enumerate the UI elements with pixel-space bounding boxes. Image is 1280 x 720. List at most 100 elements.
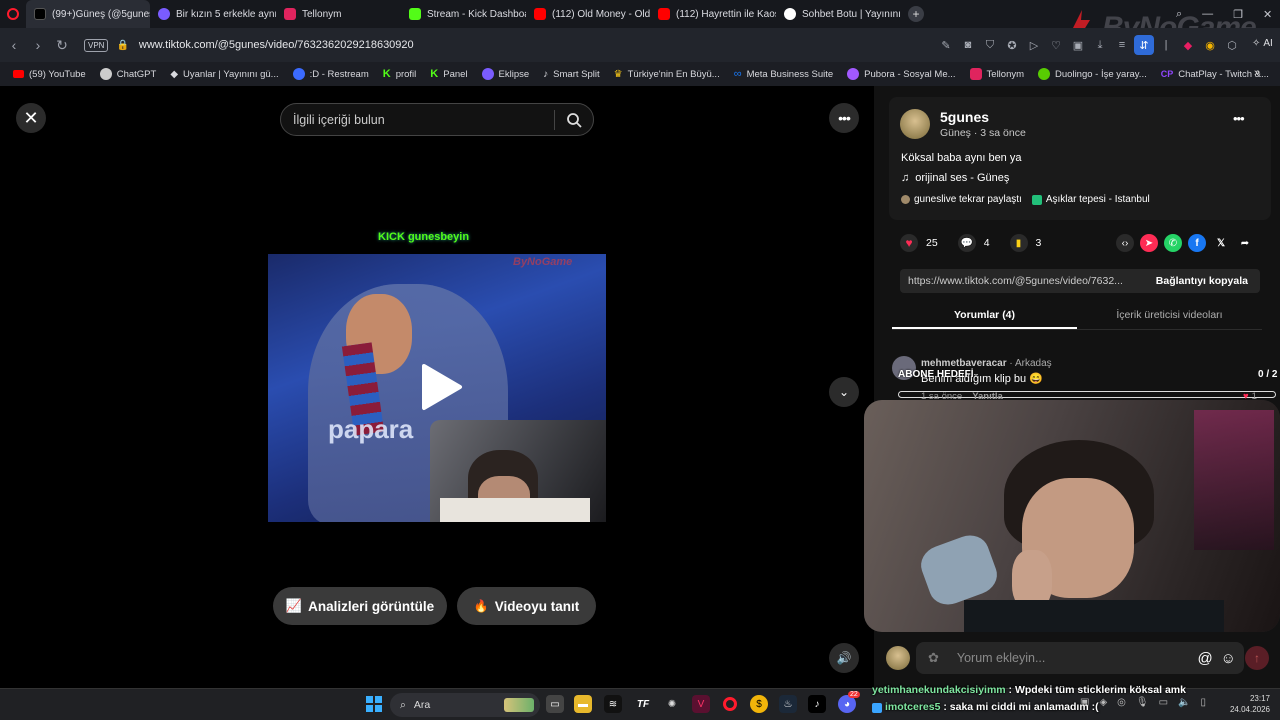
bookmark-uyanlar[interactable]: ◆ Uyanlar | Yayınını gü... xyxy=(163,69,285,80)
more-bookmarks-icon[interactable]: » xyxy=(1254,67,1260,79)
bookmark-duolingo[interactable]: Duolingo - İşe yaray... xyxy=(1031,68,1154,80)
x-icon[interactable]: 𝕏 xyxy=(1212,234,1230,252)
tab-2[interactable]: Bir kızın 5 erkekle aynı anda xyxy=(150,0,276,28)
back-icon[interactable]: ‹ xyxy=(2,33,26,57)
opera-logo-icon[interactable] xyxy=(0,0,26,28)
menu-icon[interactable]: ≡ xyxy=(1112,35,1132,55)
view-analytics-button[interactable]: 📈 Analizleri görüntüle xyxy=(273,587,447,625)
volume-button[interactable]: 🔊 xyxy=(829,643,859,673)
new-tab-button[interactable]: + xyxy=(908,6,924,22)
tab-creator-videos[interactable]: İçerik üreticisi videoları xyxy=(1077,304,1262,329)
tab-6[interactable]: (112) Hayrettin ile Kaos Sh xyxy=(650,0,776,28)
mention-icon[interactable]: @ xyxy=(1197,650,1212,667)
tab-tiktok[interactable]: (99+)Güneş (@5gunes) | T xyxy=(26,0,150,28)
post-comment-button[interactable]: ↑ xyxy=(1245,646,1269,670)
repost-avatar xyxy=(901,195,910,204)
shield-icon[interactable]: ⛉ xyxy=(980,35,1000,55)
tiktok-icon[interactable]: ♪ xyxy=(808,695,826,713)
repost-tag[interactable]: guneslive tekrar paylaştı xyxy=(901,194,1022,205)
like-button[interactable]: ♥ 25 xyxy=(900,234,938,252)
forward-icon[interactable]: › xyxy=(26,33,50,57)
camera-icon[interactable]: ◙ xyxy=(958,35,978,55)
close-video-button[interactable]: ✕ xyxy=(16,103,46,133)
bookmark-youtube[interactable]: (59) YouTube xyxy=(6,69,93,80)
windows-start-icon[interactable] xyxy=(365,695,383,713)
download-icon[interactable]: ⤓ xyxy=(1090,35,1110,55)
vpn-badge[interactable]: VPN xyxy=(84,38,109,52)
reload-icon[interactable]: ↻ xyxy=(50,33,74,57)
bookmark-eklipse[interactable]: Eklipse xyxy=(475,68,537,80)
restore-icon[interactable]: ❐ xyxy=(1233,8,1243,21)
lock-icon[interactable]: 🔒 xyxy=(116,40,128,51)
minimize-icon[interactable]: — xyxy=(1202,8,1213,20)
extension-chrome-icon[interactable]: ◉ xyxy=(1200,35,1220,55)
post-username[interactable]: 5gunes xyxy=(940,109,989,125)
search-tabs-icon[interactable]: ⌕ xyxy=(1176,8,1182,21)
taskbar-search[interactable]: ⌕ Ara xyxy=(390,693,540,717)
embed-icon[interactable]: ‹› xyxy=(1116,234,1134,252)
steam-icon[interactable]: ♨ xyxy=(779,695,797,713)
tab-5[interactable]: (112) Old Money - Old xyxy=(526,0,650,28)
ai-button[interactable]: ✧ AI xyxy=(1252,38,1273,49)
task-view-icon[interactable]: ▭ xyxy=(546,695,564,713)
url-field[interactable]: www.tiktok.com/@5gunes/video/76323620292… xyxy=(139,39,414,51)
video-player[interactable]: KICK gunesbeyin papara ByNoGame 📈 Analiz… xyxy=(268,86,606,688)
location-tag[interactable]: Aşıklar tepesi - Istanbul xyxy=(1031,194,1150,205)
chatgpt-icon[interactable]: ✺ xyxy=(663,695,681,713)
app-tf-icon[interactable]: TF xyxy=(634,695,652,713)
app-v-icon[interactable]: V xyxy=(692,695,710,713)
cube-icon[interactable]: ⬡ xyxy=(1222,35,1242,55)
next-video-button[interactable]: ⌄ xyxy=(829,377,859,407)
post-more-icon[interactable]: ••• xyxy=(1233,111,1245,126)
more-options-button[interactable]: ••• xyxy=(829,103,859,133)
add-comment-field[interactable]: ✿ Yorum ekleyin... @ ☺ xyxy=(916,642,1244,674)
copy-link-button[interactable]: Bağlantıyı kopyala xyxy=(1144,275,1260,287)
avatar[interactable] xyxy=(900,109,930,139)
bookmark-panel[interactable]: K Panel xyxy=(423,68,474,80)
bookmark-smart-split[interactable]: ♪ Smart Split xyxy=(536,69,606,80)
bookmark-meta[interactable]: ∞ Meta Business Suite xyxy=(727,68,840,80)
comment-button[interactable]: 💬 4 xyxy=(957,234,990,252)
emoji-icon[interactable]: ☺ xyxy=(1221,650,1236,667)
extension-blue-icon[interactable]: ⇵ xyxy=(1134,35,1154,55)
tab-comments[interactable]: Yorumlar (4) xyxy=(892,304,1077,329)
close-window-icon[interactable]: ✕ xyxy=(1263,8,1272,21)
facebook-icon[interactable]: f xyxy=(1188,234,1206,252)
save-button[interactable]: ▮ 3 xyxy=(1009,234,1041,252)
bookmark-tellonym[interactable]: Tellonym xyxy=(963,68,1032,80)
play-icon[interactable] xyxy=(418,362,464,417)
share-arrow-icon[interactable]: ➦ xyxy=(1236,234,1254,252)
tab-7[interactable]: Sohbet Botu | Yayınını güç xyxy=(776,0,902,28)
edit-icon[interactable]: ✎ xyxy=(936,35,956,55)
extension-pink-icon[interactable]: ◆ xyxy=(1178,35,1198,55)
gift-icon[interactable]: ✿ xyxy=(928,650,939,666)
app-icon[interactable]: ≋ xyxy=(604,695,622,713)
tab-4[interactable]: Stream - Kick Dashboard xyxy=(401,0,526,28)
bookmark-chatgpt[interactable]: ChatGPT xyxy=(93,68,164,80)
box-icon[interactable]: ▣ xyxy=(1068,35,1088,55)
heart-icon[interactable]: ♡ xyxy=(1046,35,1066,55)
chat-text: : Wpdeki tüm sticklerim köksal amk xyxy=(1005,684,1186,696)
chart-icon: 📈 xyxy=(285,598,303,613)
coin-app-icon[interactable]: $ xyxy=(750,695,768,713)
inset-person-shirt xyxy=(440,498,590,522)
file-explorer-icon[interactable]: ▬ xyxy=(574,695,592,713)
related-content-search[interactable]: İlgili içeriği bulun xyxy=(280,103,594,136)
comment-author[interactable]: mehmetbaveracar xyxy=(921,358,1007,369)
tab-3[interactable]: Tellonym xyxy=(276,0,401,28)
comment-tabs: Yorumlar (4) İçerik üreticisi videoları xyxy=(892,304,1262,330)
bookmark-restream[interactable]: :D - Restream xyxy=(286,68,376,80)
bookmark-turkiye[interactable]: ♛ Türkiye'nin En Büyü... xyxy=(607,69,727,80)
promote-video-button[interactable]: 🔥 Videoyu tanıt xyxy=(457,587,596,625)
play-icon[interactable]: ▷ xyxy=(1024,35,1044,55)
bookmark-pubora[interactable]: Pubora - Sosyal Me... xyxy=(840,68,962,80)
post-link[interactable]: https://www.tiktok.com/@5gunes/video/763… xyxy=(900,275,1144,287)
whatsapp-icon[interactable]: ✆ xyxy=(1164,234,1182,252)
bookmark-profil[interactable]: K profil xyxy=(376,68,424,80)
diamond-icon: ◆ xyxy=(170,68,179,80)
extension-icon[interactable]: ✪ xyxy=(1002,35,1022,55)
opera-icon[interactable] xyxy=(721,695,739,713)
send-icon[interactable]: ➤ xyxy=(1140,234,1158,252)
music-row[interactable]: ♫ orijinal ses - Güneş xyxy=(901,172,1009,184)
search-icon[interactable] xyxy=(555,112,593,128)
